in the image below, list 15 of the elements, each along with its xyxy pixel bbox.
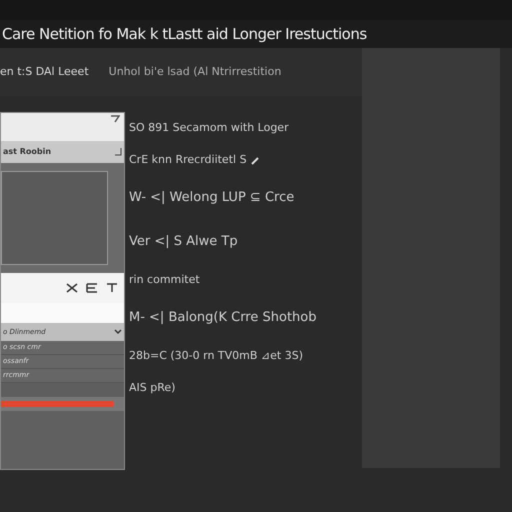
note-text: rin commitet xyxy=(129,272,200,288)
corner-icon xyxy=(114,148,122,156)
chevron-icon[interactable] xyxy=(114,329,122,335)
note-text: W- <| Welong LUP ⊆ Crce xyxy=(129,189,294,208)
panel-label: ast Roobin xyxy=(3,146,52,158)
note-text: AIS pRe) xyxy=(129,380,176,396)
note-text: CrE knn Rrecrdiitetl S xyxy=(129,152,247,168)
note-text: M- <| Balong(K Crre Shothob xyxy=(129,309,316,328)
tab[interactable]: Unhol bi'e lsad (Al Ntrirrestition xyxy=(108,64,282,80)
pencil-icon[interactable] xyxy=(250,156,260,164)
note-text: SO 891 Secamom with Loger xyxy=(129,120,289,136)
note-text: 28b=C (30-0 rn TV0mB ⊿et 3S) xyxy=(129,348,303,364)
tab[interactable]: en t:S DAl Leeet xyxy=(0,64,89,80)
window-title: Care Netition fo Mak k tLastt aid Longer Irestuctions xyxy=(2,24,367,45)
note-text: Ver <| S Alwe Tp xyxy=(129,233,238,252)
